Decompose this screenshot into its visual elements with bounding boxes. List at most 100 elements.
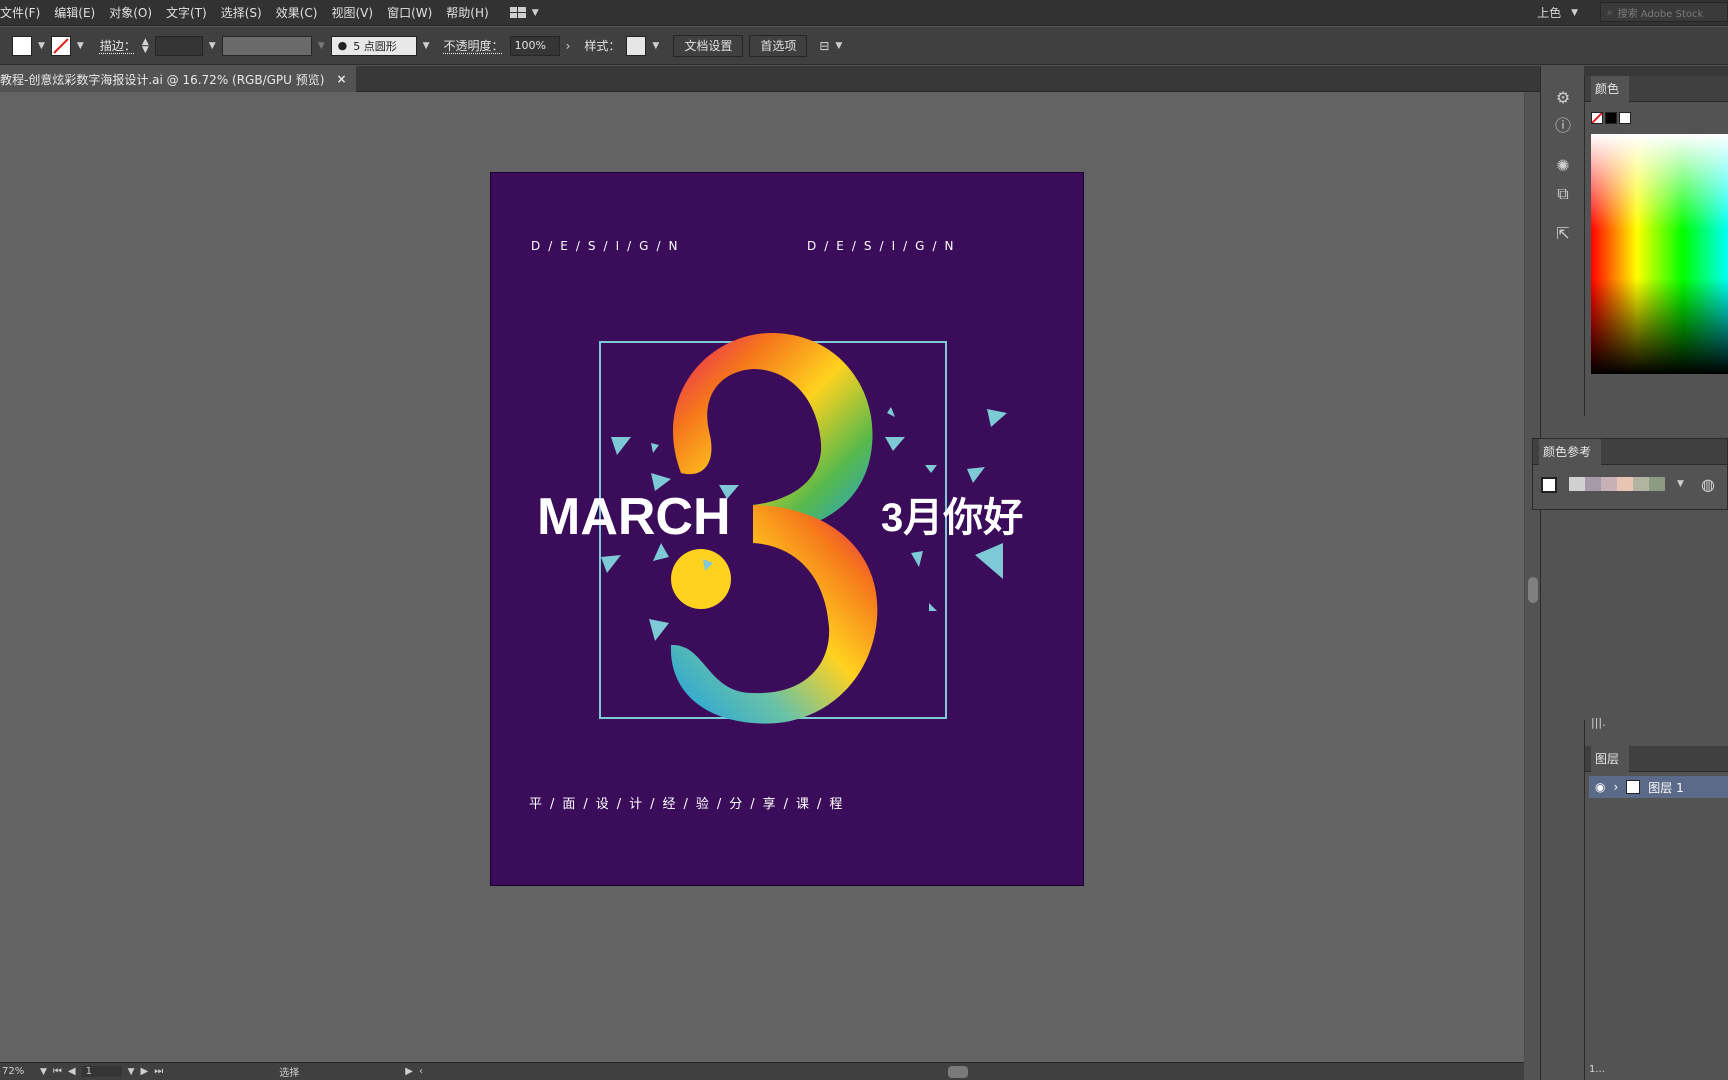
document-title: 教程-创意炫彩数字海报设计.ai @ 16.72% (RGB/GPU 预览) xyxy=(0,72,325,87)
first-artboard-icon[interactable]: ⏮ xyxy=(53,1066,62,1077)
chevron-down-icon[interactable]: ▼ xyxy=(128,1067,135,1077)
menu-window[interactable]: 窗口(W) xyxy=(380,4,439,21)
chevron-right-icon[interactable]: › xyxy=(566,39,571,53)
layer-name[interactable]: 图层 1 xyxy=(1648,779,1683,796)
white-swatch[interactable] xyxy=(1619,112,1631,124)
eye-icon[interactable]: ◉ xyxy=(1595,780,1605,794)
last-artboard-icon[interactable]: ⏭ xyxy=(154,1066,163,1077)
menu-help[interactable]: 帮助(H) xyxy=(439,4,495,21)
variable-width-profile[interactable] xyxy=(221,35,312,56)
base-color-swatch[interactable] xyxy=(1541,477,1557,493)
layers-title: 图层 xyxy=(1591,745,1630,772)
black-swatch[interactable] xyxy=(1605,112,1617,124)
appearance-icon[interactable]: ✺ xyxy=(1553,156,1573,176)
fill-swatch[interactable] xyxy=(12,35,32,56)
poster-artboard[interactable]: D/E/S/I/G/N D/E/S/I/G/N MARCH 3月你好 平/面/设… xyxy=(490,172,1084,886)
chevron-down-icon[interactable]: ▼ xyxy=(1677,479,1684,489)
search-icon: ⌕ xyxy=(1607,6,1613,18)
layer-row[interactable]: ◉ › 图层 1 xyxy=(1589,776,1728,798)
poster-subtitle: 平/面/设/计/经/验/分/享/课/程 xyxy=(529,797,851,812)
chevron-down-icon[interactable]: ▼ xyxy=(209,41,216,51)
menu-type[interactable]: 文字(T) xyxy=(159,4,214,21)
graphic-style-swatch[interactable] xyxy=(626,35,647,56)
artboard-number-input[interactable]: 1 xyxy=(81,1066,122,1077)
document-tab[interactable]: 教程-创意炫彩数字海报设计.ai @ 16.72% (RGB/GPU 预览) × xyxy=(0,66,356,92)
chevron-down-icon[interactable]: ▼ xyxy=(835,41,842,51)
layers-count: 1... xyxy=(1589,1064,1605,1075)
none-swatch[interactable] xyxy=(1591,112,1603,124)
document-setup-button[interactable]: 文档设置 xyxy=(673,34,744,57)
menu-edit[interactable]: 编辑(E) xyxy=(47,4,102,21)
chevron-down-icon[interactable]: ▼ xyxy=(318,41,325,51)
close-icon[interactable]: × xyxy=(336,72,346,86)
color-panel-tab[interactable]: 颜色 xyxy=(1585,75,1728,102)
opacity-input[interactable]: 100% xyxy=(509,35,560,56)
menu-select[interactable]: 选择(S) xyxy=(214,4,269,21)
scrollbar-thumb[interactable] xyxy=(1528,577,1538,603)
dot-icon: ● xyxy=(337,39,348,52)
search-placeholder: 搜索 Adobe Stock xyxy=(1617,8,1704,20)
chevron-down-icon[interactable]: ▼ xyxy=(423,41,430,51)
style-label: 样式： xyxy=(584,39,621,53)
current-tool-label: 选择 xyxy=(279,1068,300,1079)
info-icon[interactable]: ⓘ xyxy=(1553,116,1573,136)
arrange-documents-button[interactable]: ▼ xyxy=(509,7,539,18)
menu-view[interactable]: 视图(V) xyxy=(324,4,380,21)
control-bar: ▼ ▼ 描边： ▲ ▼ ▼ ▼ ● 5 点圆形 ▼ 不透明度： 100% › 样式… xyxy=(0,27,1728,65)
no-stroke-icon xyxy=(53,37,69,54)
chevron-down-icon[interactable]: ▼ xyxy=(652,41,659,51)
color-wheel-icon[interactable]: ◍ xyxy=(1701,475,1715,494)
color-swatches xyxy=(1591,112,1631,124)
chevron-down-icon[interactable]: ▼ xyxy=(77,41,84,51)
horizontal-scrollbar-thumb[interactable] xyxy=(948,1066,968,1078)
document-tab-bar: 教程-创意炫彩数字海报设计.ai @ 16.72% (RGB/GPU 预览) × xyxy=(0,66,1728,92)
export-icon[interactable]: ⇱ xyxy=(1553,224,1573,244)
three-swirl-cap xyxy=(671,549,731,609)
transform-icon[interactable]: ⧉ xyxy=(1553,184,1573,204)
vertical-scrollbar[interactable] xyxy=(1524,92,1540,1062)
stock-search-input[interactable]: ⌕ 搜索 Adobe Stock xyxy=(1600,2,1728,22)
color-guide-title: 颜色参考 xyxy=(1539,438,1602,465)
gear-icon[interactable]: ⚙ xyxy=(1553,88,1573,108)
color-guide-panel: 颜色参考 ▼ ◍ xyxy=(1532,438,1728,510)
chevron-down-icon[interactable]: ▼ xyxy=(38,41,45,51)
menu-bar: 文件(F) 编辑(E) 对象(O) 文字(T) 选择(S) 效果(C) 视图(V… xyxy=(0,0,1728,26)
chevron-down-icon[interactable]: ▼ xyxy=(40,1067,47,1077)
brush-definition-select[interactable]: ● 5 点圆形 xyxy=(330,35,417,56)
chevron-down-icon: ▼ xyxy=(1571,7,1578,18)
menu-object[interactable]: 对象(O) xyxy=(102,4,159,21)
harmony-swatch-strip[interactable] xyxy=(1569,477,1665,491)
libraries-icon[interactable]: |||. xyxy=(1591,716,1606,729)
color-panel: 颜色 xyxy=(1584,75,1728,416)
menu-file[interactable]: 文件(F) xyxy=(0,4,47,21)
scroll-left-icon[interactable]: ‹ xyxy=(419,1066,423,1077)
stroke-label[interactable]: 描边： xyxy=(100,37,136,54)
workspace-switcher[interactable]: 上色 ▼ xyxy=(1537,4,1578,21)
panel-icon-strip: ⚙ ⓘ ✺ ⧉ ⇱ xyxy=(1540,66,1584,1080)
chevron-down-icon: ▼ xyxy=(531,7,539,18)
status-menu-icon[interactable]: ▶ xyxy=(405,1066,413,1077)
workspace-name: 上色 xyxy=(1537,6,1562,20)
march-hello-title: 3月你好 xyxy=(881,496,1024,540)
march-title: MARCH xyxy=(537,488,731,546)
stroke-weight-input[interactable] xyxy=(154,35,203,56)
color-spectrum[interactable] xyxy=(1591,134,1728,374)
brush-value: 5 点圆形 xyxy=(353,39,397,53)
layers-panel: |||. 图层 ◉ › 图层 1 1... xyxy=(1584,716,1728,1080)
next-artboard-icon[interactable]: ▶ xyxy=(141,1066,149,1077)
status-bar: 72% ▼ ⏮ ◀ 1 ▼ ▶ ⏭ 选择 ▶ ‹ xyxy=(0,1062,1524,1080)
align-options-icon[interactable]: ⊟ xyxy=(819,39,829,53)
previous-artboard-icon[interactable]: ◀ xyxy=(68,1066,76,1077)
layers-tab[interactable]: 图层 xyxy=(1585,745,1728,772)
color-panel-title: 颜色 xyxy=(1591,75,1630,102)
layer-thumbnail xyxy=(1626,780,1641,794)
stroke-swatch[interactable] xyxy=(50,35,71,56)
color-guide-tab[interactable]: 颜色参考 xyxy=(1533,438,1727,465)
zoom-level[interactable]: 72% xyxy=(0,1066,34,1077)
chevron-right-icon[interactable]: › xyxy=(1613,780,1618,794)
menu-effect[interactable]: 效果(C) xyxy=(269,4,325,21)
opacity-label[interactable]: 不透明度： xyxy=(444,37,504,54)
preferences-button[interactable]: 首选项 xyxy=(749,34,808,57)
stroke-weight-stepper-icon[interactable]: ▲ ▼ xyxy=(142,37,149,54)
layout-grid-icon xyxy=(509,7,526,18)
